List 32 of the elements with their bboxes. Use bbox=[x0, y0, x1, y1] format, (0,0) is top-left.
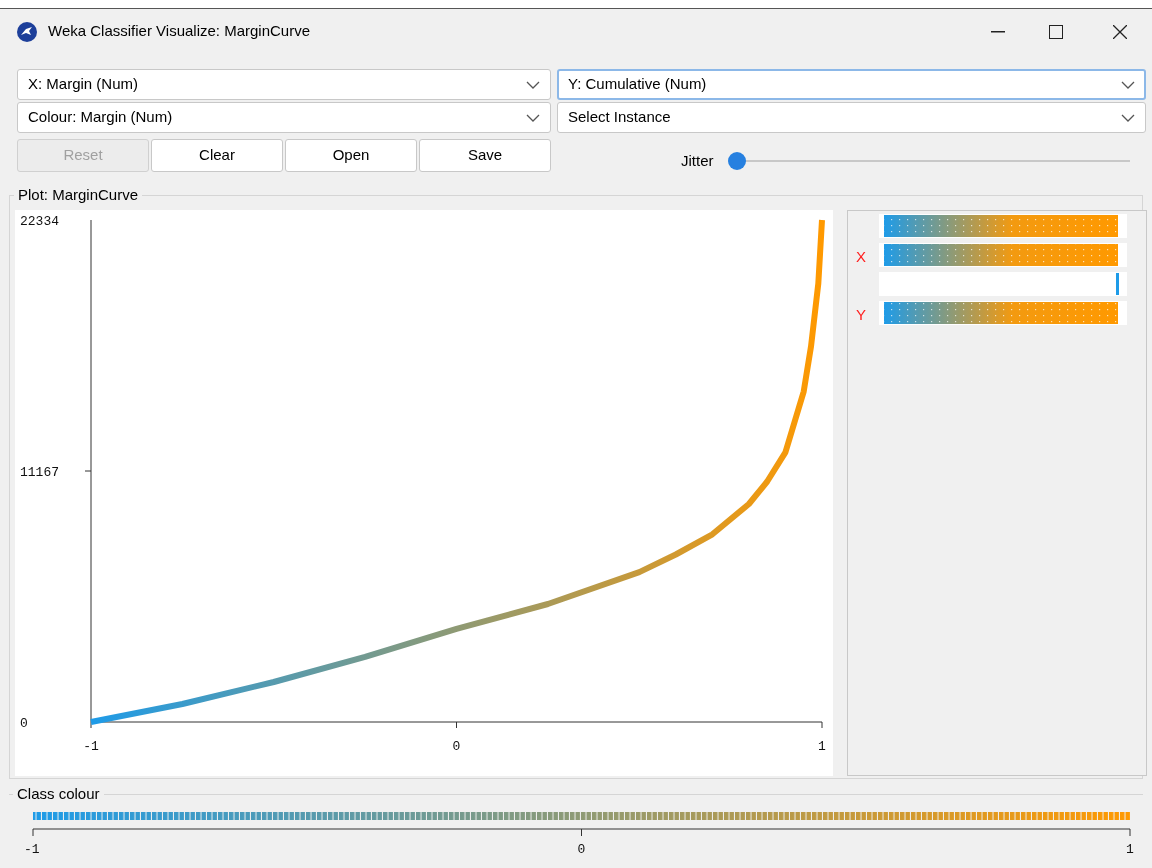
chevron-down-icon bbox=[1121, 113, 1135, 122]
jitter-slider[interactable] bbox=[727, 151, 1130, 172]
y-tick-label: 11167 bbox=[20, 464, 59, 479]
action-button[interactable]: Clear bbox=[151, 138, 283, 172]
y-tick-label: 0 bbox=[20, 715, 28, 730]
close-icon bbox=[1113, 24, 1127, 39]
dropdown[interactable]: X: Margin (Num) bbox=[17, 69, 551, 100]
x-tick-label: -1 bbox=[83, 738, 99, 754]
attribute-bar[interactable] bbox=[879, 300, 1127, 325]
dropdown[interactable]: Y: Cumulative (Num) bbox=[557, 69, 1146, 100]
axis-marker-label: Y bbox=[856, 305, 866, 323]
action-button[interactable]: Open bbox=[285, 138, 417, 172]
action-button[interactable]: Save bbox=[419, 138, 551, 172]
dropdown[interactable]: Colour: Margin (Num) bbox=[17, 102, 551, 133]
x-tick-label: 1 bbox=[818, 738, 826, 754]
attribute-bar[interactable] bbox=[879, 213, 1127, 238]
app-icon bbox=[16, 20, 38, 43]
maximize-icon bbox=[1049, 24, 1063, 39]
axis-marker-label: X bbox=[856, 247, 866, 265]
minimize-icon bbox=[991, 30, 1005, 33]
chevron-down-icon bbox=[526, 113, 540, 122]
x-tick-label: 0 bbox=[452, 738, 461, 754]
y-tick-label: 22334 bbox=[20, 213, 59, 228]
dropdown[interactable]: Select Instance bbox=[557, 102, 1146, 133]
window-title: Weka Classifier Visualize: MarginCurve bbox=[48, 21, 311, 42]
jitter-label: Jitter bbox=[681, 151, 714, 171]
chevron-down-icon bbox=[1121, 80, 1135, 89]
chevron-down-icon bbox=[526, 80, 540, 89]
scale-tick-label: 1 bbox=[1126, 841, 1134, 857]
attribute-bar[interactable] bbox=[879, 242, 1127, 267]
scale-tick-label: -1 bbox=[24, 841, 40, 857]
scale-tick-label: 0 bbox=[577, 841, 586, 857]
